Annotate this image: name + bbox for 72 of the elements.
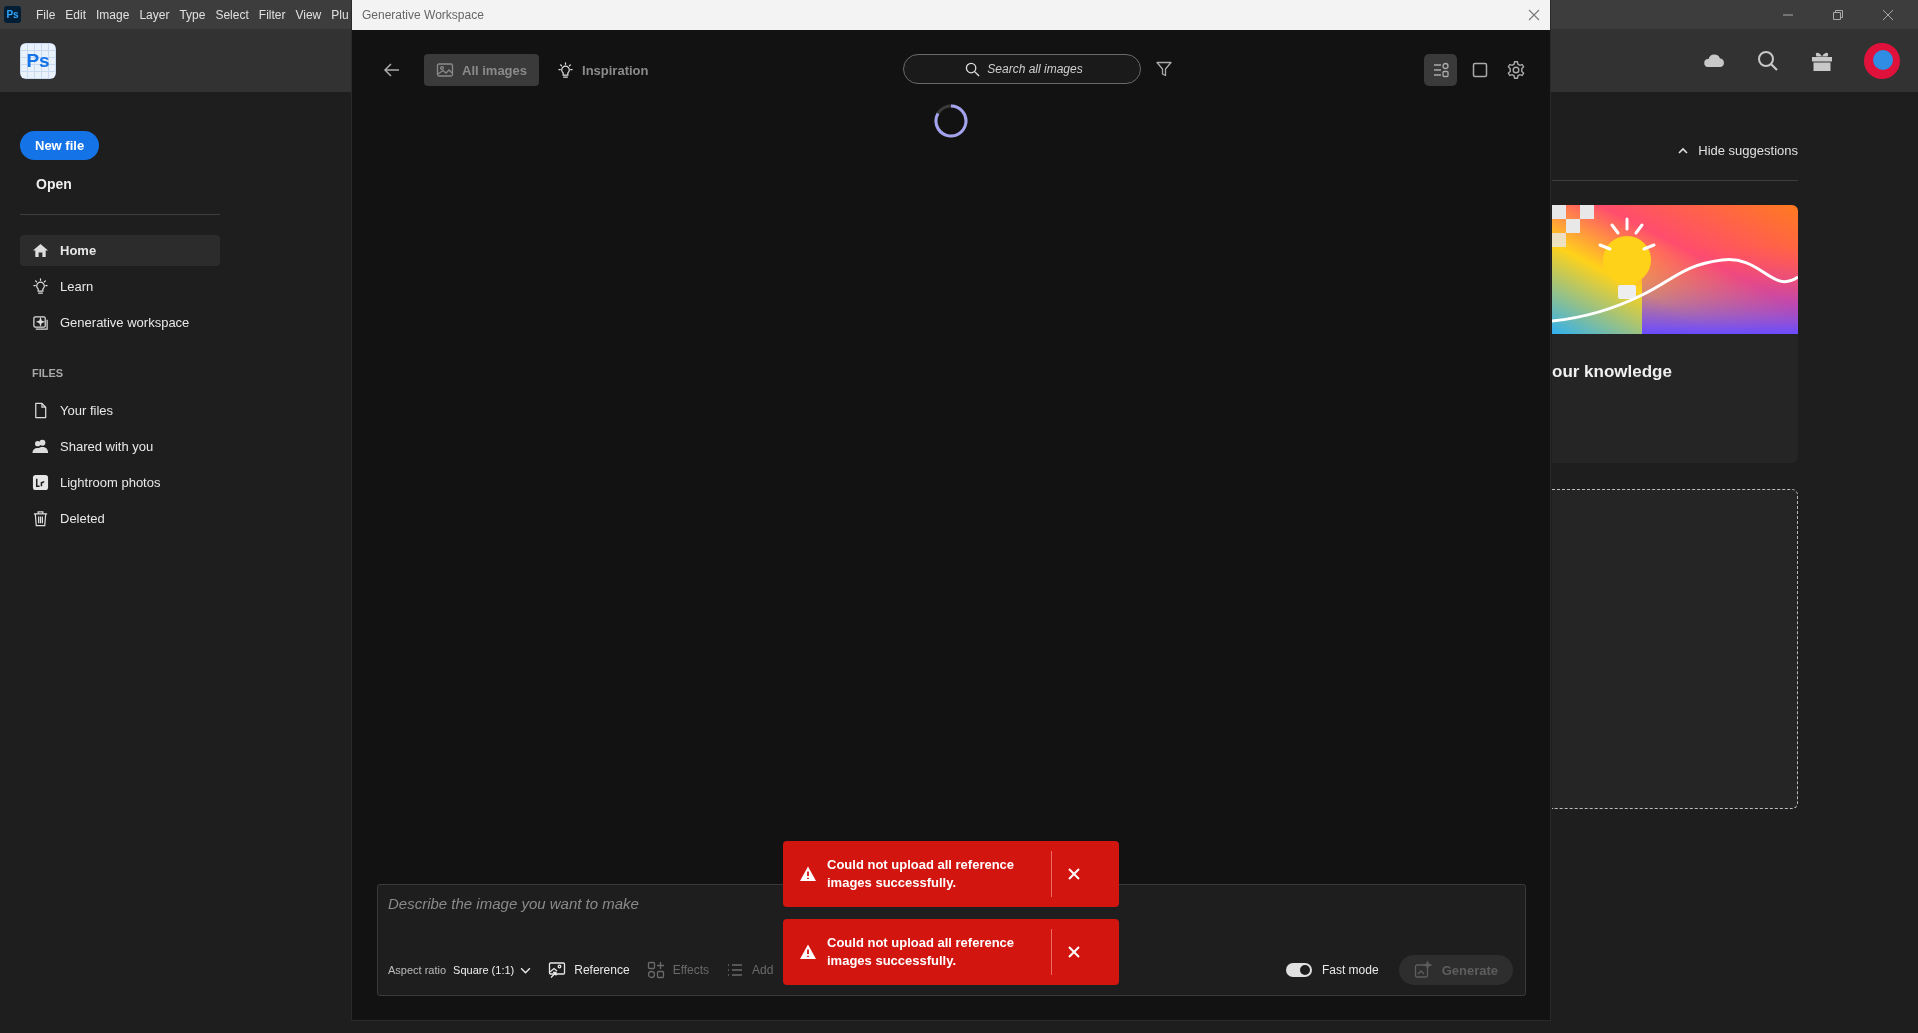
sidebar-item[interactable]: Shared with you: [20, 431, 220, 462]
fast-mode-label: Fast mode: [1321, 963, 1379, 977]
app-badge[interactable]: Ps: [4, 6, 21, 23]
reference-image-icon: [548, 961, 567, 979]
file-icon: [32, 402, 49, 419]
sidebar-item-label: Deleted: [60, 511, 105, 526]
list-view-icon: [1431, 61, 1450, 79]
menu-item[interactable]: Plu: [326, 7, 354, 22]
lightbulb-icon: [32, 278, 49, 295]
hide-suggestions-button[interactable]: Hide suggestions: [1678, 143, 1798, 158]
aspect-ratio-dropdown[interactable]: Square (1:1): [453, 964, 532, 976]
trash-icon: [32, 510, 49, 527]
menu-item[interactable]: Layer: [134, 7, 175, 22]
filter-icon[interactable]: [1155, 60, 1173, 78]
loading-spinner: [933, 103, 969, 139]
menu-item[interactable]: File: [31, 7, 61, 22]
menu-item[interactable]: View: [290, 7, 327, 22]
close-icon[interactable]: [1528, 9, 1540, 21]
list-icon: [726, 961, 745, 979]
close-icon[interactable]: [1882, 8, 1894, 21]
menu-item[interactable]: Type: [174, 7, 211, 22]
search-icon: [965, 62, 980, 77]
sidebar-item[interactable]: Deleted: [20, 503, 220, 534]
menu-item[interactable]: Select: [210, 7, 254, 22]
list-view-button[interactable]: [1424, 54, 1457, 86]
fast-mode-toggle[interactable]: [1285, 963, 1312, 977]
sidebar-item-label: Your files: [60, 403, 113, 418]
sidebar-item-label: Shared with you: [60, 439, 154, 454]
sidebar-item-label: Lightroom photos: [60, 475, 161, 490]
menu-item[interactable]: Image: [91, 7, 135, 22]
square-icon: [1470, 61, 1489, 79]
lightroom-icon: [32, 474, 49, 491]
avatar[interactable]: [1864, 42, 1900, 79]
sidebar-item-label: Generative workspace: [60, 315, 190, 330]
toast-message: Could not upload all reference images successfully.: [827, 856, 1016, 892]
warning-icon: [799, 943, 817, 961]
image-icon: [436, 61, 454, 79]
prompt-field[interactable]: Describe the image you want to make: [388, 895, 1513, 919]
sidebar-item[interactable]: Generative workspace: [20, 307, 220, 338]
sparkle-frame-icon: [32, 314, 49, 331]
aspect-ratio-label: Aspect ratio: [388, 964, 447, 976]
search-field[interactable]: Search all images: [903, 54, 1141, 84]
effects-icon: [646, 961, 665, 979]
sidebar-item[interactable]: Lightroom photos: [20, 467, 220, 498]
menu-item[interactable]: Filter: [253, 7, 291, 22]
home-icon: [32, 242, 49, 259]
section-heading: FILES: [32, 367, 65, 379]
sidebar-item[interactable]: Your files: [20, 395, 220, 426]
people-icon: [32, 438, 49, 455]
restore-icon[interactable]: [1832, 8, 1844, 21]
close-button[interactable]: [1067, 867, 1081, 881]
toast-message: Could not upload all reference images successfully.: [827, 934, 1016, 970]
sidebar-item[interactable]: Home: [20, 235, 220, 266]
sidebar-item[interactable]: Learn: [20, 271, 220, 302]
sparkle-image-icon: [1413, 961, 1432, 979]
sidebar-item-label: Home: [60, 243, 97, 258]
close-button[interactable]: [1067, 945, 1081, 959]
window-title: Generative Workspace: [362, 8, 484, 22]
search-icon[interactable]: [1756, 48, 1780, 73]
tool-button[interactable]: Reference: [548, 961, 630, 979]
warning-icon: [799, 865, 817, 883]
chevron-up-icon: [1678, 145, 1689, 156]
card-title: our knowledge: [1552, 362, 1673, 382]
lightbulb-icon: [557, 61, 575, 79]
app-logo[interactable]: Ps: [20, 42, 56, 79]
tab[interactable]: Inspiration: [545, 54, 661, 86]
suggestion-card[interactable]: our knowledge: [1552, 205, 1798, 463]
new-file-button[interactable]: New file: [20, 131, 100, 160]
menu-item[interactable]: Edit: [60, 7, 92, 22]
settings-icon[interactable]: [1506, 60, 1526, 80]
sidebar-item-label: Learn: [60, 279, 94, 294]
open-link[interactable]: Open: [36, 176, 72, 192]
